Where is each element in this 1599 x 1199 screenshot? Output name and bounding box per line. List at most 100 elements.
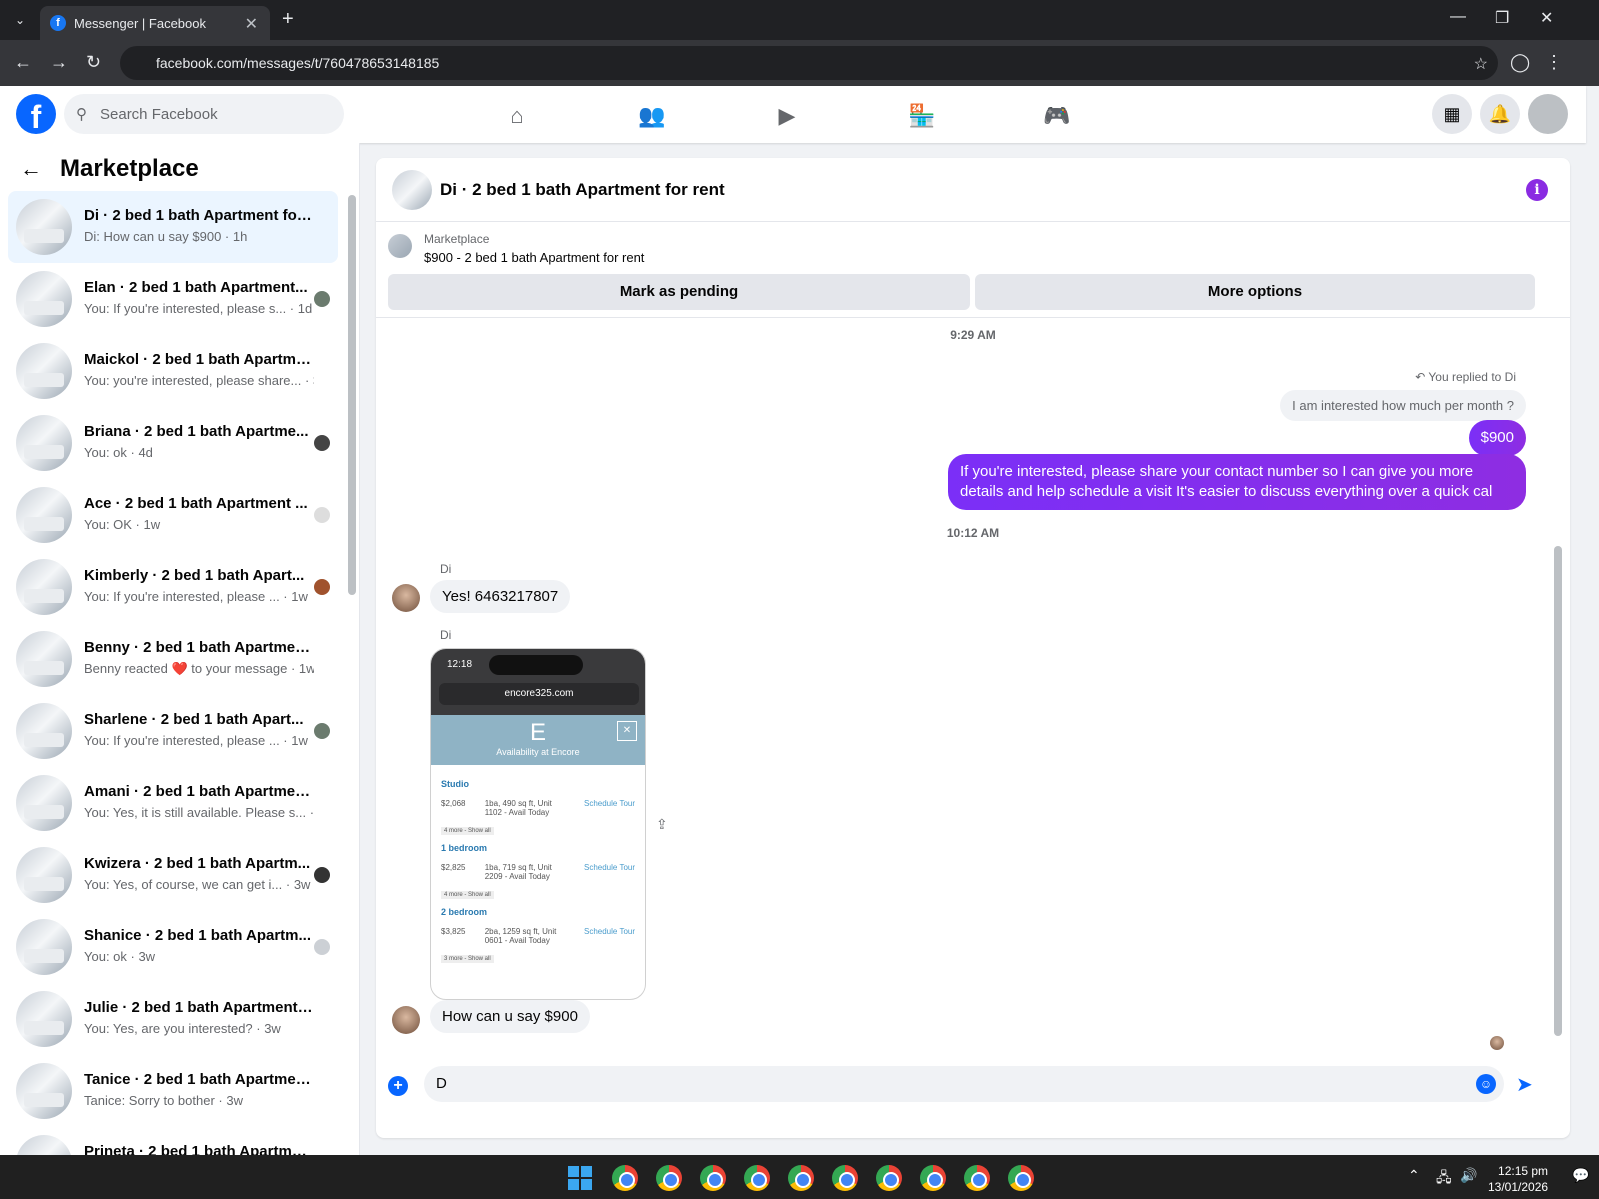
conversation-preview: You: Yes, it is still available. Please … xyxy=(84,805,314,820)
chrome-app-icon[interactable] xyxy=(832,1165,858,1191)
seen-avatar xyxy=(314,867,330,883)
restore-icon[interactable]: ❐ xyxy=(1495,8,1509,28)
conversation-name: Sharlene · 2 bed 1 bath Apart... xyxy=(84,711,304,728)
chrome-app-icon[interactable] xyxy=(744,1165,770,1191)
message-scrollbar[interactable] xyxy=(1554,546,1562,1036)
shared-screenshot-image[interactable]: 12:18 encore325.com E Availability at En… xyxy=(430,648,646,1000)
conversation-item[interactable]: Shanice · 2 bed 1 bath Apartm... You: ok … xyxy=(8,911,338,983)
network-icon[interactable]: 🖧 xyxy=(1436,1167,1452,1191)
conversation-item[interactable]: Prineta · 2 bed 1 bath Apartmen... xyxy=(8,1127,338,1155)
chrome-app-icon[interactable] xyxy=(700,1165,726,1191)
back-arrow-icon[interactable]: ← xyxy=(20,156,42,182)
conversation-item[interactable]: Elan · 2 bed 1 bath Apartment... You: If … xyxy=(8,263,338,335)
gaming-icon[interactable]: 🎮 xyxy=(1037,96,1077,136)
chat-bubble-icon[interactable]: 💬 xyxy=(1572,1167,1589,1184)
outgoing-message[interactable]: If you're interested, please share your … xyxy=(948,454,1526,510)
chrome-app-icon[interactable] xyxy=(920,1165,946,1191)
chat-header: Di · 2 bed 1 bath Apartment for rent i xyxy=(376,158,1570,222)
sidebar-scrollbar[interactable] xyxy=(348,195,356,595)
search-input[interactable]: ⚲ Search Facebook xyxy=(64,94,344,134)
conversation-item[interactable]: Briana · 2 bed 1 bath Apartme... You: ok … xyxy=(8,407,338,479)
conversation-preview: You: Yes, of course, we can get i... · 3… xyxy=(84,877,311,892)
incoming-message[interactable]: How can u say $900 xyxy=(430,1000,590,1033)
chrome-app-icon[interactable] xyxy=(788,1165,814,1191)
chat-avatar[interactable] xyxy=(392,170,432,210)
windows-taskbar: ⌃ 🖧 🔊 12:15 pm 13/01/2026 💬 xyxy=(0,1155,1599,1199)
quoted-message[interactable]: I am interested how much per month ? xyxy=(1280,390,1526,421)
forward-icon[interactable]: → xyxy=(50,52,68,73)
conversation-sidebar: ← Marketplace Di · 2 bed 1 bath Apartmen… xyxy=(0,143,360,1155)
tab-title: Messenger | Facebook xyxy=(74,15,206,31)
show-all: 4 more - Show all xyxy=(441,827,494,835)
conversation-item[interactable]: Benny · 2 bed 1 bath Apartment ... Benny … xyxy=(8,623,338,695)
profile-icon[interactable]: ◯ xyxy=(1510,52,1530,73)
chrome-app-icon[interactable] xyxy=(1008,1165,1034,1191)
minimize-icon[interactable]: — xyxy=(1450,8,1466,26)
address-bar[interactable]: facebook.com/messages/t/760478653148185 … xyxy=(120,46,1498,80)
show-all: 3 more - Show all xyxy=(441,955,494,963)
chrome-app-icon[interactable] xyxy=(964,1165,990,1191)
outgoing-message[interactable]: $900 xyxy=(1468,420,1526,456)
chat-title[interactable]: Di · 2 bed 1 bath Apartment for rent xyxy=(440,180,725,200)
new-tab-button[interactable]: + xyxy=(282,8,294,31)
sender-avatar[interactable] xyxy=(392,584,420,612)
windows-start-icon[interactable] xyxy=(568,1166,592,1190)
chrome-app-icon[interactable] xyxy=(656,1165,682,1191)
conversation-item[interactable]: Amani · 2 bed 1 bath Apartment... You: Ye… xyxy=(8,767,338,839)
marketplace-icon[interactable]: 🏪 xyxy=(902,96,942,136)
search-icon: ⚲ xyxy=(76,106,87,123)
volume-icon[interactable]: 🔊 xyxy=(1460,1167,1477,1184)
close-tab-icon[interactable]: ✕ xyxy=(245,14,258,34)
conversation-name: Benny · 2 bed 1 bath Apartment ... xyxy=(84,639,314,656)
conversation-preview: You: If you're interested, please s... ·… xyxy=(84,301,313,316)
sender-avatar[interactable] xyxy=(392,1006,420,1034)
unit-row: $3,825 2ba, 1259 sq ft, Unit 0601 - Avail… xyxy=(441,927,635,945)
tab-search-icon[interactable]: ⌄ xyxy=(10,10,30,30)
listing-title[interactable]: $900 - 2 bed 1 bath Apartment for rent xyxy=(424,250,644,265)
chrome-app-icon[interactable] xyxy=(876,1165,902,1191)
phone-time: 12:18 xyxy=(447,659,473,670)
conversation-preview: Benny reacted ❤️ to your message · 1w xyxy=(84,661,314,676)
conversation-name: Prineta · 2 bed 1 bath Apartmen... xyxy=(84,1143,314,1155)
menu-grid-icon[interactable]: ▦ xyxy=(1432,94,1472,134)
message-input[interactable]: D xyxy=(424,1066,1504,1102)
send-icon[interactable]: ➤ xyxy=(1516,1072,1533,1097)
conversation-item[interactable]: Maickol · 2 bed 1 bath Apartme... You: yo… xyxy=(8,335,338,407)
emoji-icon[interactable]: ☺ xyxy=(1476,1074,1496,1094)
conversation-item[interactable]: Ace · 2 bed 1 bath Apartment ... You: OK … xyxy=(8,479,338,551)
conversation-item[interactable]: Di · 2 bed 1 bath Apartment for ... Di: H… xyxy=(8,191,338,263)
mark-as-pending-button[interactable]: Mark as pending xyxy=(388,274,970,310)
seen-avatar xyxy=(314,939,330,955)
plus-icon[interactable]: + xyxy=(388,1076,408,1096)
chevron-up-icon[interactable]: ⌃ xyxy=(1408,1167,1420,1184)
incoming-message[interactable]: Yes! 6463217807 xyxy=(430,580,571,613)
reload-icon[interactable]: ↻ xyxy=(86,52,101,73)
conversation-item[interactable]: Kwizera · 2 bed 1 bath Apartm... You: Yes… xyxy=(8,839,338,911)
window-close-icon[interactable]: ✕ xyxy=(1540,8,1553,28)
conversation-name: Briana · 2 bed 1 bath Apartme... xyxy=(84,423,309,440)
unit-row: $2,068 1ba, 490 sq ft, Unit 1102 - Avail … xyxy=(441,799,635,817)
listing-thumbnail xyxy=(388,234,412,258)
video-icon[interactable]: ▶ xyxy=(767,96,807,136)
share-icon[interactable]: ⇪ xyxy=(656,816,668,833)
chrome-app-icon[interactable] xyxy=(612,1165,638,1191)
bookmark-star-icon[interactable]: ☆ xyxy=(1474,54,1488,74)
listing-thumbnail xyxy=(16,1063,72,1119)
conversation-item[interactable]: Julie · 2 bed 1 bath Apartment f... You: … xyxy=(8,983,338,1055)
home-icon[interactable]: ⌂ xyxy=(497,96,537,136)
conversation-name: Elan · 2 bed 1 bath Apartment... xyxy=(84,279,308,296)
facebook-logo[interactable]: f xyxy=(16,94,56,135)
account-avatar[interactable] xyxy=(1528,94,1568,134)
menu-kebab-icon[interactable]: ⋮ xyxy=(1545,52,1563,73)
browser-tab[interactable]: f Messenger | Facebook ✕ xyxy=(40,6,270,40)
seen-avatar xyxy=(314,579,330,595)
more-options-button[interactable]: More options xyxy=(975,274,1535,310)
back-icon[interactable]: ← xyxy=(14,52,32,73)
conversation-item[interactable]: Sharlene · 2 bed 1 bath Apart... You: If … xyxy=(8,695,338,767)
info-icon[interactable]: i xyxy=(1526,179,1548,201)
conversation-item[interactable]: Tanice · 2 bed 1 bath Apartment ... Tanic… xyxy=(8,1055,338,1127)
conversation-item[interactable]: Kimberly · 2 bed 1 bath Apart... You: If … xyxy=(8,551,338,623)
notifications-bell-icon[interactable]: 🔔 xyxy=(1480,94,1520,134)
friends-icon[interactable]: 👥 xyxy=(632,96,672,136)
system-clock[interactable]: 12:15 pm 13/01/2026 xyxy=(1488,1163,1548,1195)
